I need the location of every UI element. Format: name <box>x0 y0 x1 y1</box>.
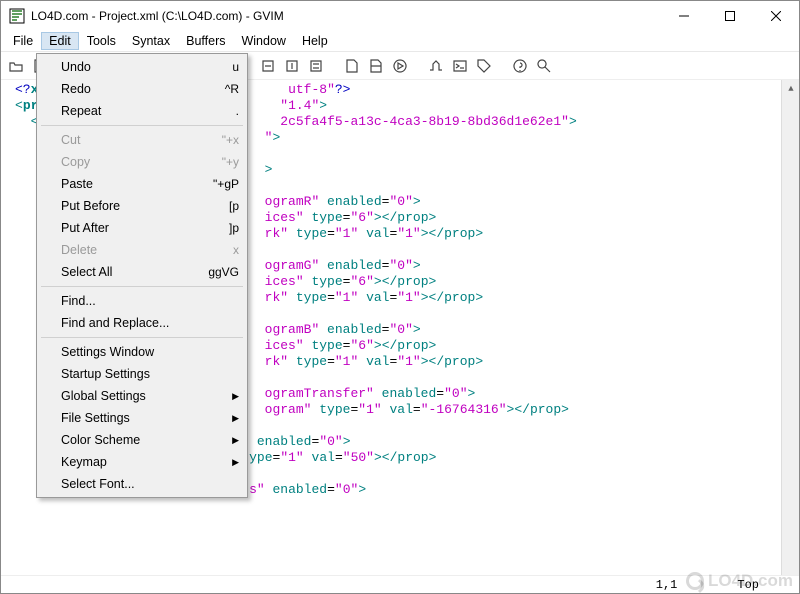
menu-window[interactable]: Window <box>233 32 293 50</box>
menuitem-label: Put After <box>61 221 109 235</box>
watermark-text: LO4D.com <box>708 571 793 591</box>
menu-help[interactable]: Help <box>294 32 336 50</box>
submenu-arrow-icon: ▶ <box>232 391 239 402</box>
window-controls <box>661 1 799 31</box>
menuitem-undo[interactable]: Undo u <box>39 56 245 78</box>
menu-edit[interactable]: Edit <box>41 32 79 50</box>
submenu-arrow-icon: ▶ <box>232 435 239 446</box>
menuitem-delete: Delete x <box>39 239 245 261</box>
make-icon[interactable] <box>425 55 447 77</box>
menuitem-cut: Cut "+x <box>39 129 245 151</box>
load-session-icon[interactable] <box>365 55 387 77</box>
menuitem-shortcut: "+x <box>222 133 239 147</box>
menuitem-startup-settings[interactable]: Startup Settings <box>39 363 245 385</box>
tag-icon[interactable] <box>473 55 495 77</box>
menuitem-label: Startup Settings <box>61 367 150 381</box>
menuitem-label: Select All <box>61 265 112 279</box>
menuitem-shortcut: u <box>232 60 239 74</box>
menuitem-shortcut: ]p <box>229 221 239 235</box>
submenu-arrow-icon: ▶ <box>232 413 239 424</box>
menuitem-settings-window[interactable]: Settings Window <box>39 341 245 363</box>
menu-separator <box>41 286 243 287</box>
menuitem-find[interactable]: Find... <box>39 290 245 312</box>
menuitem-label: Cut <box>61 133 80 147</box>
edit-menu-dropdown: Undo u Redo ^R Repeat. Cut "+x Copy "+y Paste "+gP… <box>36 53 248 498</box>
menuitem-label: Color Scheme <box>61 433 140 447</box>
menuitem-label: Keymap <box>61 455 107 469</box>
menuitem-label: Global Settings <box>61 389 146 403</box>
menuitem-shortcut: x <box>233 243 239 257</box>
minimize-button[interactable] <box>661 1 707 31</box>
menuitem-file-settings[interactable]: File Settings ▶ <box>39 407 245 429</box>
menuitem-label: Delete <box>61 243 97 257</box>
menuitem-shortcut: "+y <box>222 155 239 169</box>
scroll-up-icon[interactable]: ▲ <box>782 80 800 98</box>
menuitem-label: File Settings <box>61 411 130 425</box>
menuitem-put-before[interactable]: Put Before [p <box>39 195 245 217</box>
menuitem-label: Find and Replace... <box>61 316 169 330</box>
app-icon <box>9 8 25 24</box>
submenu-arrow-icon: ▶ <box>232 457 239 468</box>
menu-tools[interactable]: Tools <box>79 32 124 50</box>
menuitem-select-font[interactable]: Select Font... <box>39 473 245 495</box>
menuitem-put-after[interactable]: Put After ]p <box>39 217 245 239</box>
menuitem-keymap[interactable]: Keymap ▶ <box>39 451 245 473</box>
cursor-position: 1,1 <box>656 578 678 592</box>
menu-separator <box>41 125 243 126</box>
shell-icon[interactable] <box>449 55 471 77</box>
menuitem-label: Copy <box>61 155 90 169</box>
menuitem-label: Paste <box>61 177 93 191</box>
menu-syntax[interactable]: Syntax <box>124 32 178 50</box>
menuitem-label: Select Font... <box>61 477 135 491</box>
find-prev-icon[interactable] <box>257 55 279 77</box>
help-icon[interactable] <box>509 55 531 77</box>
watermark-icon <box>686 572 704 590</box>
fold-gutter <box>1 80 13 575</box>
menuitem-label: Redo <box>61 82 91 96</box>
menuitem-global-settings[interactable]: Global Settings ▶ <box>39 385 245 407</box>
titlebar: LO4D.com - Project.xml (C:\LO4D.com) - G… <box>1 1 799 31</box>
menuitem-shortcut: ggVG <box>208 265 239 279</box>
statusbar: 1,1 Top <box>1 575 799 593</box>
menu-separator <box>41 337 243 338</box>
close-button[interactable] <box>753 1 799 31</box>
menuitem-shortcut: [p <box>229 199 239 213</box>
menuitem-select-all[interactable]: Select All ggVG <box>39 261 245 283</box>
menuitem-label: Undo <box>61 60 91 74</box>
find-next-icon[interactable] <box>281 55 303 77</box>
menuitem-shortcut: . <box>236 104 239 118</box>
new-session-icon[interactable] <box>341 55 363 77</box>
menuitem-label: Put Before <box>61 199 120 213</box>
app-window: LO4D.com - Project.xml (C:\LO4D.com) - G… <box>0 0 800 594</box>
menuitem-label: Settings Window <box>61 345 154 359</box>
menuitem-copy: Copy "+y <box>39 151 245 173</box>
run-script-icon[interactable] <box>389 55 411 77</box>
vertical-scrollbar[interactable]: ▲ <box>781 80 799 575</box>
window-title: LO4D.com - Project.xml (C:\LO4D.com) - G… <box>31 9 661 23</box>
maximize-button[interactable] <box>707 1 753 31</box>
watermark: LO4D.com <box>686 571 793 591</box>
menubar: FileEditToolsSyntaxBuffersWindowHelp <box>1 31 799 52</box>
menuitem-redo[interactable]: Redo ^R <box>39 78 245 100</box>
open-icon[interactable] <box>5 55 27 77</box>
menuitem-color-scheme[interactable]: Color Scheme ▶ <box>39 429 245 451</box>
menuitem-label: Repeat <box>61 104 101 118</box>
menuitem-shortcut: "+gP <box>213 177 239 191</box>
menuitem-shortcut: ^R <box>225 82 239 96</box>
menu-buffers[interactable]: Buffers <box>178 32 233 50</box>
menuitem-paste[interactable]: Paste "+gP <box>39 173 245 195</box>
replace-icon[interactable] <box>305 55 327 77</box>
menu-file[interactable]: File <box>5 32 41 50</box>
menuitem-find-and-replace[interactable]: Find and Replace... <box>39 312 245 334</box>
menuitem-repeat[interactable]: Repeat. <box>39 100 245 122</box>
menuitem-label: Find... <box>61 294 96 308</box>
find-help-icon[interactable] <box>533 55 555 77</box>
